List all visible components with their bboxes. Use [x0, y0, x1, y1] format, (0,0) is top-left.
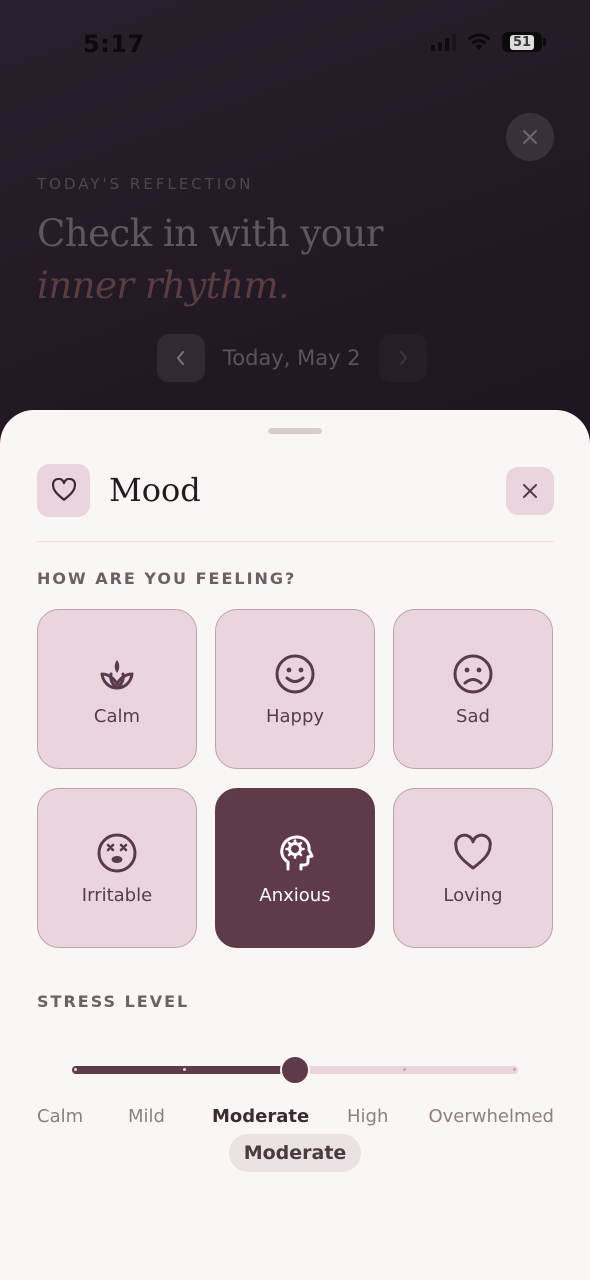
current-date: Today, May 2: [223, 346, 361, 370]
next-day-button[interactable]: [378, 334, 427, 382]
mood-label: Anxious: [259, 884, 331, 906]
battery-level: 51: [509, 34, 535, 50]
mood-label: Loving: [443, 884, 503, 906]
mood-label: Happy: [265, 705, 325, 727]
mood-option-happy[interactable]: Happy: [215, 609, 375, 769]
scale-label-calm[interactable]: Calm: [37, 1106, 83, 1127]
scale-label-overwhelmed[interactable]: Overwhelmed: [428, 1106, 554, 1127]
signal-icon: [431, 33, 456, 51]
date-navigator: Today, May 2: [157, 334, 427, 382]
status-icons: 51: [431, 32, 546, 52]
lotus-icon: [100, 659, 134, 689]
slider-tick: [513, 1068, 516, 1071]
heart-icon: [454, 833, 492, 869]
heart-icon: [51, 478, 76, 501]
chevron-left-icon: [177, 351, 184, 365]
mood-sheet: Mood HOW ARE YOU FEELING? Calm Happy Sad…: [0, 410, 590, 1280]
slider-tick: [183, 1068, 186, 1071]
mood-label: Calm: [93, 705, 141, 727]
mood-option-anxious[interactable]: Anxious: [215, 788, 375, 948]
mood-option-calm[interactable]: Calm: [37, 609, 197, 769]
dizzy-face-icon: [97, 833, 137, 872]
mood-option-loving[interactable]: Loving: [393, 788, 553, 948]
header-divider: [37, 541, 554, 542]
headline-line-1: Check in with your: [37, 212, 384, 255]
stress-level-label: STRESS LEVEL: [37, 992, 190, 1011]
sheet-close-button[interactable]: [506, 467, 554, 515]
status-time: 5:17: [83, 30, 145, 58]
scale-label-mild[interactable]: Mild: [128, 1106, 165, 1127]
slider-tick: [403, 1068, 406, 1071]
close-icon: [523, 484, 537, 498]
mood-option-irritable[interactable]: Irritable: [37, 788, 197, 948]
mood-option-sad[interactable]: Sad: [393, 609, 553, 769]
close-icon: [523, 130, 537, 144]
battery-icon: 51: [502, 32, 546, 52]
stress-scale: Calm Mild Moderate High Overwhelmed: [37, 1106, 554, 1130]
frown-icon: [453, 654, 493, 693]
mood-label: Sad: [456, 705, 490, 727]
mood-label: Irritable: [81, 884, 153, 906]
stress-value-badge: Moderate: [229, 1134, 361, 1172]
smile-icon: [275, 654, 315, 693]
scale-label-high[interactable]: High: [347, 1106, 388, 1127]
mood-question: HOW ARE YOU FEELING?: [37, 569, 297, 588]
sheet-title: Mood: [109, 471, 201, 509]
sheet-header: Mood: [37, 463, 554, 517]
head-gear-icon: [280, 835, 314, 870]
slider-tick: [74, 1068, 77, 1071]
previous-day-button[interactable]: [157, 334, 205, 382]
slider-thumb[interactable]: [280, 1055, 310, 1085]
reflection-eyebrow: TODAY'S REFLECTION: [37, 175, 254, 193]
stress-slider[interactable]: [72, 1055, 518, 1085]
wifi-icon: [467, 33, 491, 50]
chevron-right-icon: [399, 351, 407, 365]
page-headline: Check in with your inner rhythm.: [37, 208, 384, 312]
mood-badge: [37, 463, 90, 517]
background-close-button[interactable]: [506, 113, 554, 161]
sheet-drag-handle[interactable]: [268, 428, 322, 434]
headline-line-2: inner rhythm.: [37, 264, 290, 307]
scale-label-moderate[interactable]: Moderate: [212, 1106, 309, 1127]
mood-grid: Calm Happy Sad Irritable Anxious Loving: [37, 609, 554, 948]
